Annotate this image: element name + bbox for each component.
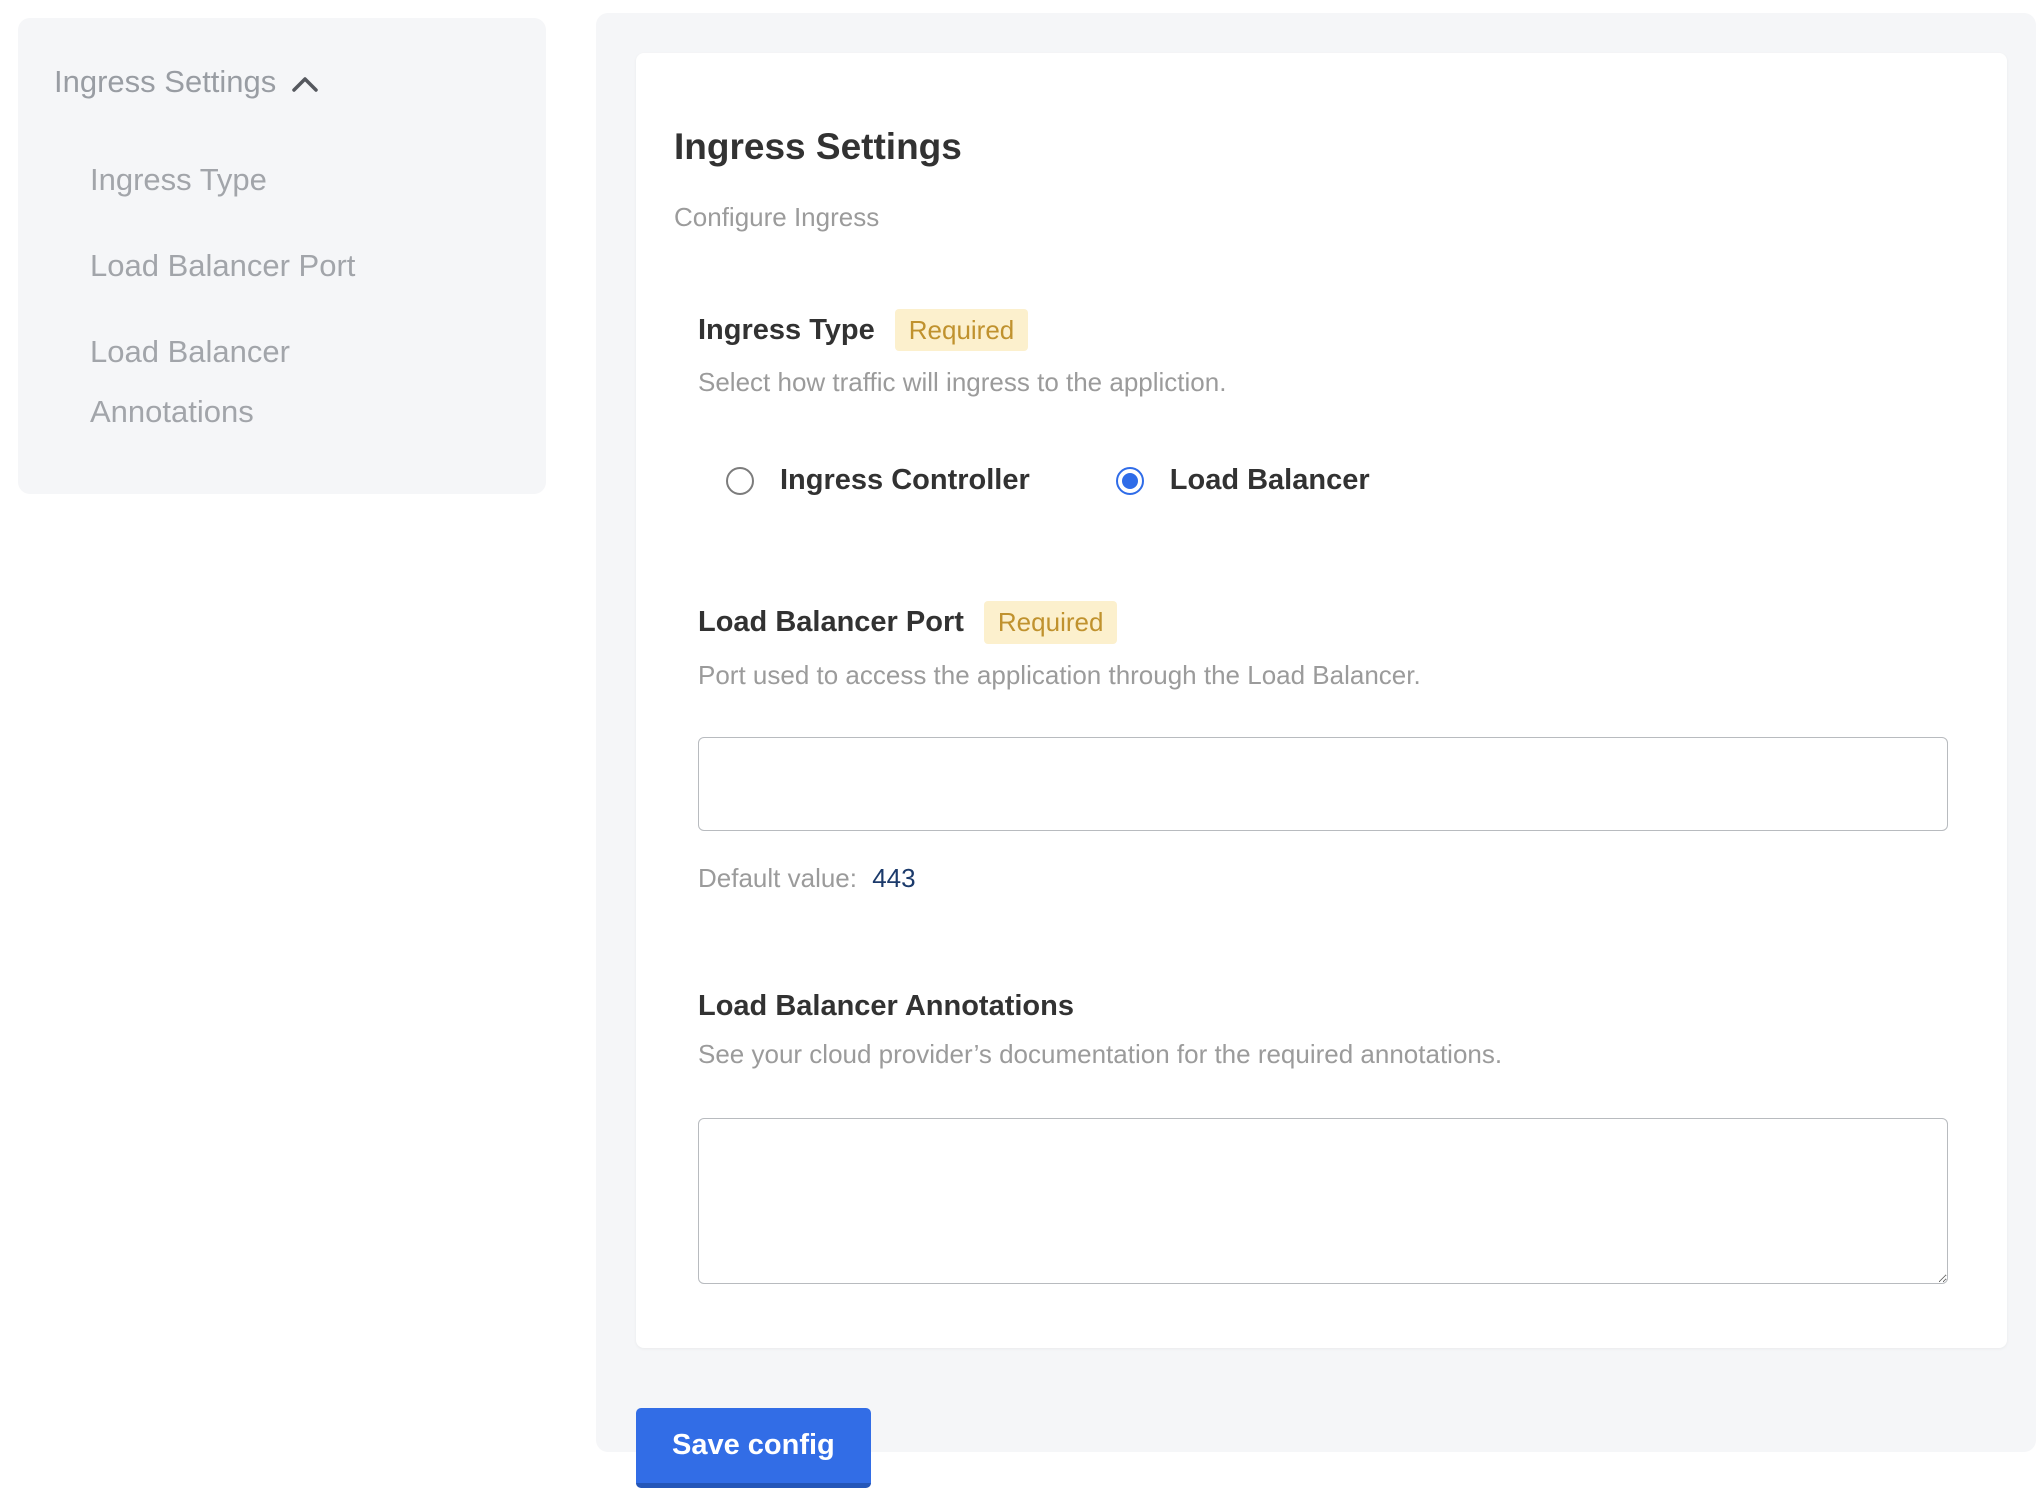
radio-load-balancer-label: Load Balancer xyxy=(1170,464,1370,497)
field-ingress-type: Ingress Type Required Select how traffic… xyxy=(698,309,1969,498)
required-badge: Required xyxy=(895,309,1029,352)
load-balancer-annotations-label: Load Balancer Annotations xyxy=(698,990,1074,1023)
default-value-line: Default value: 443 xyxy=(698,863,1969,894)
required-badge: Required xyxy=(984,601,1118,644)
radio-ingress-controller[interactable]: Ingress Controller xyxy=(726,464,1030,497)
sidebar-item-load-balancer-annotations[interactable]: Load Balancer Annotations xyxy=(90,322,430,442)
radio-circle-icon[interactable] xyxy=(726,467,754,495)
radio-ingress-controller-label: Ingress Controller xyxy=(780,464,1030,497)
ingress-type-options: Ingress Controller Load Balancer xyxy=(726,464,1969,497)
sidebar-item-ingress-type[interactable]: Ingress Type xyxy=(90,150,430,210)
chevron-up-icon[interactable] xyxy=(292,76,318,92)
sidebar-item-load-balancer-port[interactable]: Load Balancer Port xyxy=(90,236,430,296)
field-load-balancer-port: Load Balancer Port Required Port used to… xyxy=(698,601,1969,894)
config-nav-sidebar: Ingress Settings Ingress Type Load Balan… xyxy=(18,18,546,494)
default-value: 443 xyxy=(872,863,915,893)
load-balancer-port-help: Port used to access the application thro… xyxy=(698,660,1969,691)
sidebar-item-list: Ingress Type Load Balancer Port Load Bal… xyxy=(54,150,510,442)
load-balancer-annotations-textarea[interactable] xyxy=(698,1118,1948,1284)
load-balancer-annotations-help: See your cloud provider’s documentation … xyxy=(698,1039,1969,1070)
main-panel: Ingress Settings Configure Ingress Ingre… xyxy=(596,13,2036,1452)
default-value-label: Default value: xyxy=(698,863,857,893)
radio-circle-icon[interactable] xyxy=(1116,467,1144,495)
ingress-settings-card: Ingress Settings Configure Ingress Ingre… xyxy=(636,53,2007,1348)
ingress-type-help: Select how traffic will ingress to the a… xyxy=(698,367,1969,398)
load-balancer-port-label: Load Balancer Port xyxy=(698,606,964,639)
radio-load-balancer[interactable]: Load Balancer xyxy=(1116,464,1370,497)
save-config-button[interactable]: Save config xyxy=(636,1408,871,1488)
page-title: Ingress Settings xyxy=(674,126,1969,168)
page-subtitle: Configure Ingress xyxy=(674,202,1969,233)
load-balancer-port-input[interactable] xyxy=(698,737,1948,831)
field-load-balancer-annotations: Load Balancer Annotations See your cloud… xyxy=(698,990,1969,1284)
sidebar-group-title: Ingress Settings xyxy=(54,64,276,100)
ingress-type-label: Ingress Type xyxy=(698,314,875,347)
sidebar-group-ingress-settings[interactable]: Ingress Settings xyxy=(54,64,510,100)
